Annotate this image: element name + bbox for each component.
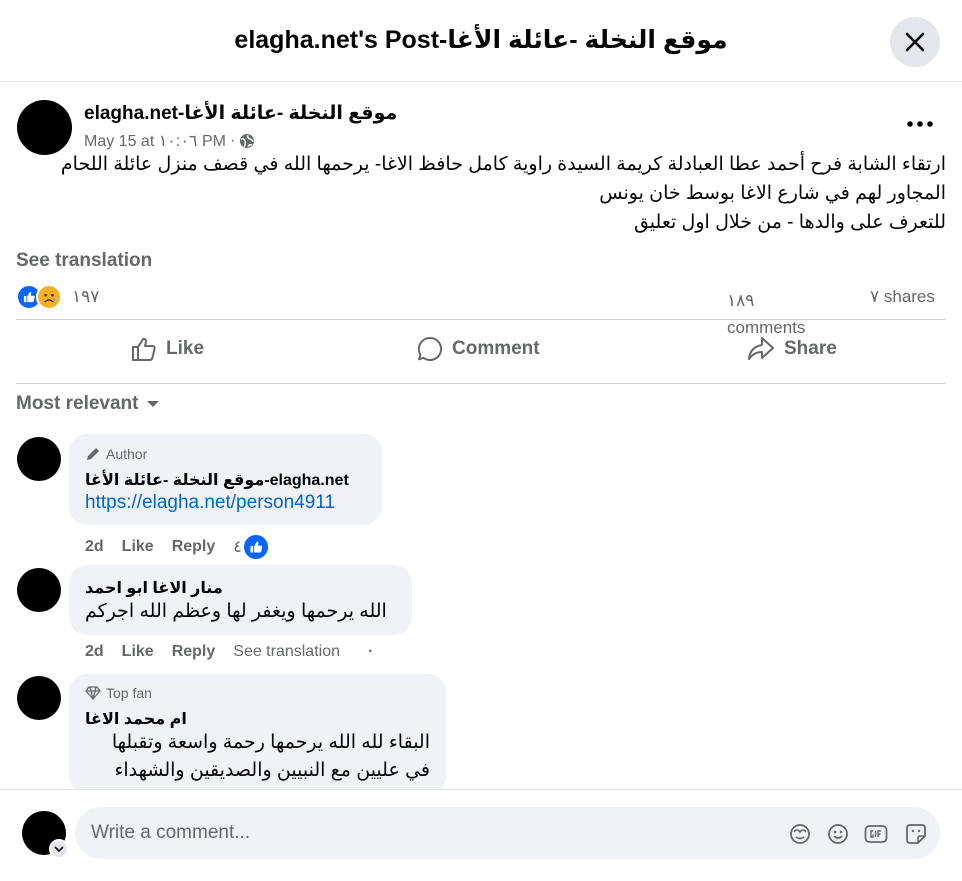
gif-icon: [864, 825, 888, 843]
gif-button[interactable]: [864, 822, 888, 846]
commenter-avatar[interactable]: [17, 437, 61, 481]
comment-like-button[interactable]: Like: [122, 643, 154, 661]
more-icon: [907, 121, 933, 127]
comment-reply-button[interactable]: Reply: [172, 538, 216, 556]
divider: [16, 319, 946, 320]
post-dialog-header: elagha.net's Post-موقع النخلة -عائلة الأ…: [0, 0, 962, 82]
comment-sort-dropdown[interactable]: Most relevant: [16, 393, 160, 415]
profile-switcher[interactable]: [49, 839, 69, 859]
commenter-avatar[interactable]: [17, 676, 61, 720]
dialog-title: elagha.net's Post-موقع النخلة -عائلة الأ…: [234, 26, 728, 54]
emoji-button[interactable]: [826, 822, 850, 846]
meta-separator: ·: [229, 132, 236, 149]
like-reaction-icon: [243, 535, 268, 559]
globe-icon: [240, 134, 255, 148]
badge-label: Top fan: [106, 685, 152, 701]
emoji-icon: [828, 824, 848, 844]
sticker-button[interactable]: [904, 822, 928, 846]
commenter-name[interactable]: منار الاغا ابو احمد: [85, 578, 223, 598]
sticker-icon: [906, 824, 926, 844]
comment-time[interactable]: 2d: [85, 538, 104, 556]
like-label: Like: [166, 338, 205, 359]
commenter-name[interactable]: موقع النخلة -عائلة الأغا-elagha.net: [85, 470, 349, 490]
caret-down-icon: [147, 401, 160, 407]
commenter-name[interactable]: ام محمد الاغا: [85, 709, 187, 729]
avatar-sticker-icon: [790, 824, 810, 844]
comment-actions: 2d Like Reply See translation ·: [85, 643, 391, 661]
post-meta: May 15 at ١٠:٠٦ PM ·: [84, 131, 255, 151]
badge-label: Author: [106, 446, 148, 462]
comment-bubble: Top fan ام محمد الاغا البقاء لله الله ير…: [69, 674, 446, 794]
share-icon: [748, 337, 774, 360]
top-fan-badge: Top fan: [85, 685, 152, 701]
pen-icon: [87, 448, 99, 460]
reaction-summary[interactable]: ١٩٧: [16, 284, 99, 310]
comment-link[interactable]: https://elagha.net/person4911: [85, 492, 335, 514]
post-author-name[interactable]: elagha.net-موقع النخلة -عائلة الأغا: [84, 102, 397, 125]
thumbs-up-icon: [132, 337, 156, 361]
comment-text-line: البقاء لله الله يرحمها رحمة واسعة وتقبله…: [111, 732, 430, 753]
comment-dot: ·: [368, 643, 374, 660]
chevron-down-icon: [54, 846, 64, 852]
post-text-line: للتعرف على والدها - من خلال اول تعليق: [633, 212, 946, 233]
comment-reaction-count: ٤: [233, 539, 242, 556]
comment-text: البقاء لله الله يرحمها رحمة واسعة وتقبله…: [85, 729, 430, 785]
comment-bubble: منار الاغا ابو احمد الله يرحمها ويغفر له…: [69, 565, 412, 635]
post-text-line: ارتقاء الشابة فرح أحمد عطا العبادلة كريم…: [60, 154, 946, 175]
comment-time[interactable]: 2d: [85, 643, 104, 661]
sad-reaction-icon: [36, 284, 62, 310]
comment-text: الله يرحمها ويغفر لها وعظم الله اجركم: [85, 601, 387, 622]
share-label: Share: [784, 338, 837, 359]
comment-icon: [417, 336, 443, 361]
close-button[interactable]: [890, 17, 940, 67]
post-text: ارتقاء الشابة فرح أحمد عطا العبادلة كريم…: [16, 150, 946, 237]
comment-like-button[interactable]: Like: [122, 538, 154, 556]
comment-see-translation[interactable]: See translation: [233, 643, 340, 661]
see-translation-link[interactable]: See translation: [16, 250, 152, 272]
share-button[interactable]: Share: [746, 332, 837, 366]
close-icon: [905, 32, 925, 52]
shares-count[interactable]: ٧ shares: [870, 287, 935, 307]
page-avatar[interactable]: [17, 100, 72, 155]
comment-text-line: في عليين مع النبيين والصديقين والشهداء: [114, 760, 430, 781]
comment-bubble: Author موقع النخلة -عائلة الأغا-elagha.n…: [69, 434, 382, 525]
author-badge: Author: [85, 446, 147, 462]
comment-actions: 2d Like Reply ٤: [85, 535, 268, 559]
like-button[interactable]: Like: [130, 332, 204, 366]
diamond-icon: [85, 686, 101, 700]
avatar-sticker-button[interactable]: [788, 822, 812, 846]
post-text-line: المجاور لهم في شارع الاغا بوسط خان يونس: [599, 183, 946, 204]
commenter-avatar[interactable]: [17, 568, 61, 612]
comment-composer: [0, 789, 962, 881]
divider: [16, 383, 946, 384]
comment-label: Comment: [452, 338, 540, 359]
reaction-count: ١٩٧: [72, 287, 100, 306]
comment-button[interactable]: Comment: [416, 332, 540, 366]
more-options-button[interactable]: [902, 110, 938, 138]
comment-reply-button[interactable]: Reply: [172, 643, 216, 661]
sort-label: Most relevant: [16, 393, 139, 414]
post-date[interactable]: May 15 at ١٠:٠٦ PM: [84, 131, 226, 151]
